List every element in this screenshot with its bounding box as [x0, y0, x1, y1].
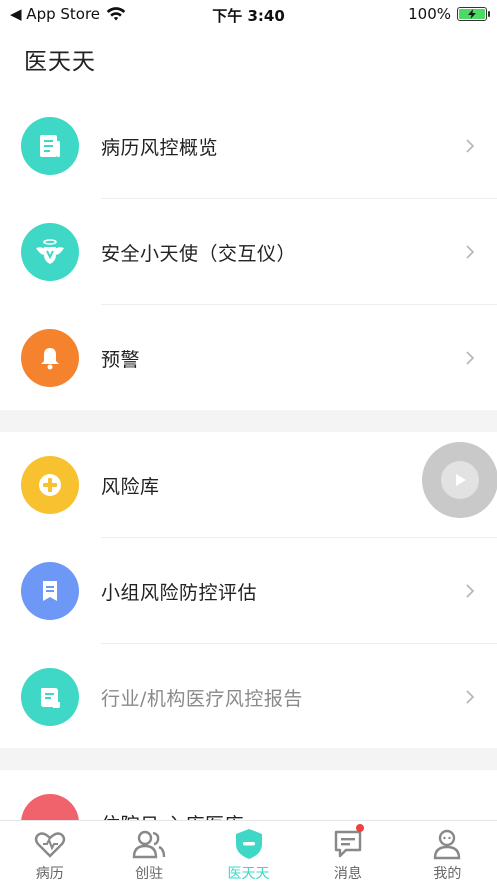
tab-label: 医天天	[227, 866, 270, 882]
tab-chuangzhu[interactable]: 创驻	[99, 821, 198, 883]
plus-circle-icon	[21, 456, 79, 514]
menu-item-label: 病历风控概览	[101, 136, 219, 159]
status-bar: ◀ App Store 下午 3:40 100%	[0, 0, 497, 30]
chevron-right-icon	[466, 139, 475, 153]
menu-item-record-overview[interactable]: 病历风控概览	[0, 93, 497, 199]
menu-item-partial[interactable]: 住院日 入库医库	[0, 770, 497, 820]
scroll-icon	[21, 668, 79, 726]
menu-item-label: 小组风险防控评估	[101, 581, 258, 604]
section-separator	[0, 410, 497, 432]
tab-messages[interactable]: 消息	[298, 821, 397, 883]
users-icon	[132, 827, 166, 861]
bottom-tab-bar: 病历 创驻 医天天 消息 我的	[0, 820, 497, 883]
menu-item-label: 行业/机构医疗风控报告	[101, 687, 303, 710]
menu-group-1: 病历风控概览 安全小天使（交互仪） 预警	[0, 93, 497, 411]
page-title: 医天天	[24, 49, 96, 75]
document-icon	[21, 117, 79, 175]
menu-item-label: 住院日 入库医库	[101, 810, 244, 821]
bell-icon	[21, 329, 79, 387]
section-separator	[0, 748, 497, 770]
menu-item-label: 安全小天使（交互仪）	[101, 242, 297, 265]
battery-status: 100%	[408, 5, 490, 23]
charging-bolt-icon	[468, 9, 476, 19]
floating-play-button[interactable]	[422, 442, 497, 518]
partial-icon	[21, 794, 79, 820]
menu-group-3: 住院日 入库医库	[0, 770, 497, 820]
bookmark-icon	[21, 562, 79, 620]
shield-minus-icon	[232, 827, 266, 861]
chevron-right-icon	[466, 245, 475, 259]
play-icon	[456, 474, 466, 486]
menu-item-label: 预警	[101, 348, 141, 371]
chevron-right-icon	[466, 351, 475, 365]
person-icon	[430, 827, 464, 861]
menu-item-industry-report[interactable]: 行业/机构医疗风控报告	[0, 644, 497, 750]
tab-label: 创驻	[135, 866, 164, 882]
heart-icon	[33, 827, 67, 861]
angel-badge-icon	[21, 223, 79, 281]
battery-percent: 100%	[408, 5, 451, 23]
tab-medical-records[interactable]: 病历	[0, 821, 99, 883]
battery-icon	[457, 7, 490, 21]
menu-item-group-risk-assessment[interactable]: 小组风险防控评估	[0, 538, 497, 644]
chevron-right-icon	[466, 690, 475, 704]
menu-item-label: 风险库	[101, 475, 160, 498]
chevron-right-icon	[466, 584, 475, 598]
tab-label: 我的	[433, 866, 462, 882]
tab-yitiantian[interactable]: 医天天	[199, 821, 298, 883]
tab-mine[interactable]: 我的	[398, 821, 497, 883]
menu-item-safety-angel[interactable]: 安全小天使（交互仪）	[0, 199, 497, 305]
tab-label: 病历	[35, 866, 64, 882]
message-icon	[331, 827, 365, 861]
menu-item-warning[interactable]: 预警	[0, 305, 497, 411]
tab-label: 消息	[333, 866, 362, 882]
